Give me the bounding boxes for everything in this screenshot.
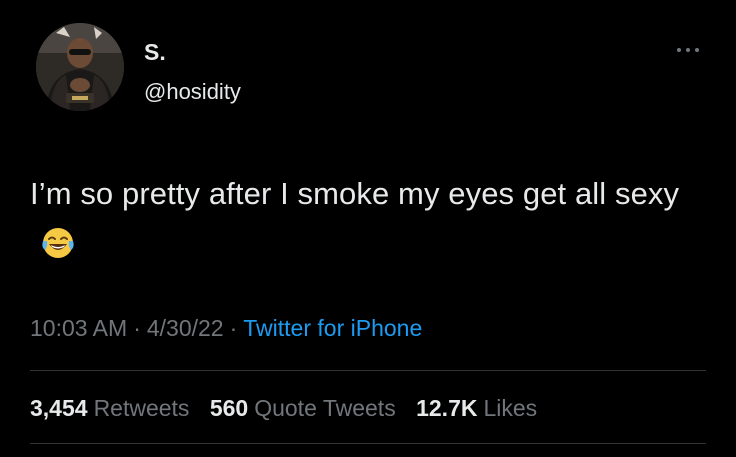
likes-stat[interactable]: 12.7K Likes xyxy=(416,393,537,423)
user-handle[interactable]: @hosidity xyxy=(144,79,241,105)
retweets-label: Retweets xyxy=(93,395,190,421)
tweet-metadata: 10:03 AM · 4/30/22 · Twitter for iPhone xyxy=(30,313,422,343)
tweet-date[interactable]: 4/30/22 xyxy=(147,315,224,341)
retweets-stat[interactable]: 3,454 Retweets xyxy=(30,393,189,423)
dot xyxy=(695,48,699,52)
likes-label: Likes xyxy=(483,395,538,421)
tweet-source-link[interactable]: Twitter for iPhone xyxy=(243,315,422,341)
retweets-count: 3,454 xyxy=(30,395,88,421)
more-options-icon[interactable] xyxy=(668,40,708,60)
tweet-text: I’m so pretty after I smoke my eyes get … xyxy=(30,168,690,270)
quote-tweets-label: Quote Tweets xyxy=(254,395,396,421)
quote-tweets-count: 560 xyxy=(209,395,249,421)
tweet-stats: 3,454 Retweets 560 Quote Tweets 12.7K Likes xyxy=(30,393,551,423)
display-name[interactable]: S. xyxy=(144,38,166,66)
tweet-time[interactable]: 10:03 AM xyxy=(30,315,127,341)
divider xyxy=(30,370,706,371)
tweet-card: S. @hosidity I’m so pretty after I smoke… xyxy=(0,0,736,457)
dot xyxy=(677,48,681,52)
separator: · xyxy=(133,315,141,341)
separator: · xyxy=(229,315,238,341)
quote-tweets-stat[interactable]: 560 Quote Tweets xyxy=(210,393,396,423)
face-with-tears-of-joy-icon xyxy=(40,225,76,261)
likes-count: 12.7K xyxy=(416,395,478,421)
dot xyxy=(686,48,690,52)
divider xyxy=(30,443,706,444)
tweet-body: I’m so pretty after I smoke my eyes get … xyxy=(30,176,680,211)
avatar-image xyxy=(36,23,124,111)
avatar[interactable] xyxy=(36,23,124,111)
